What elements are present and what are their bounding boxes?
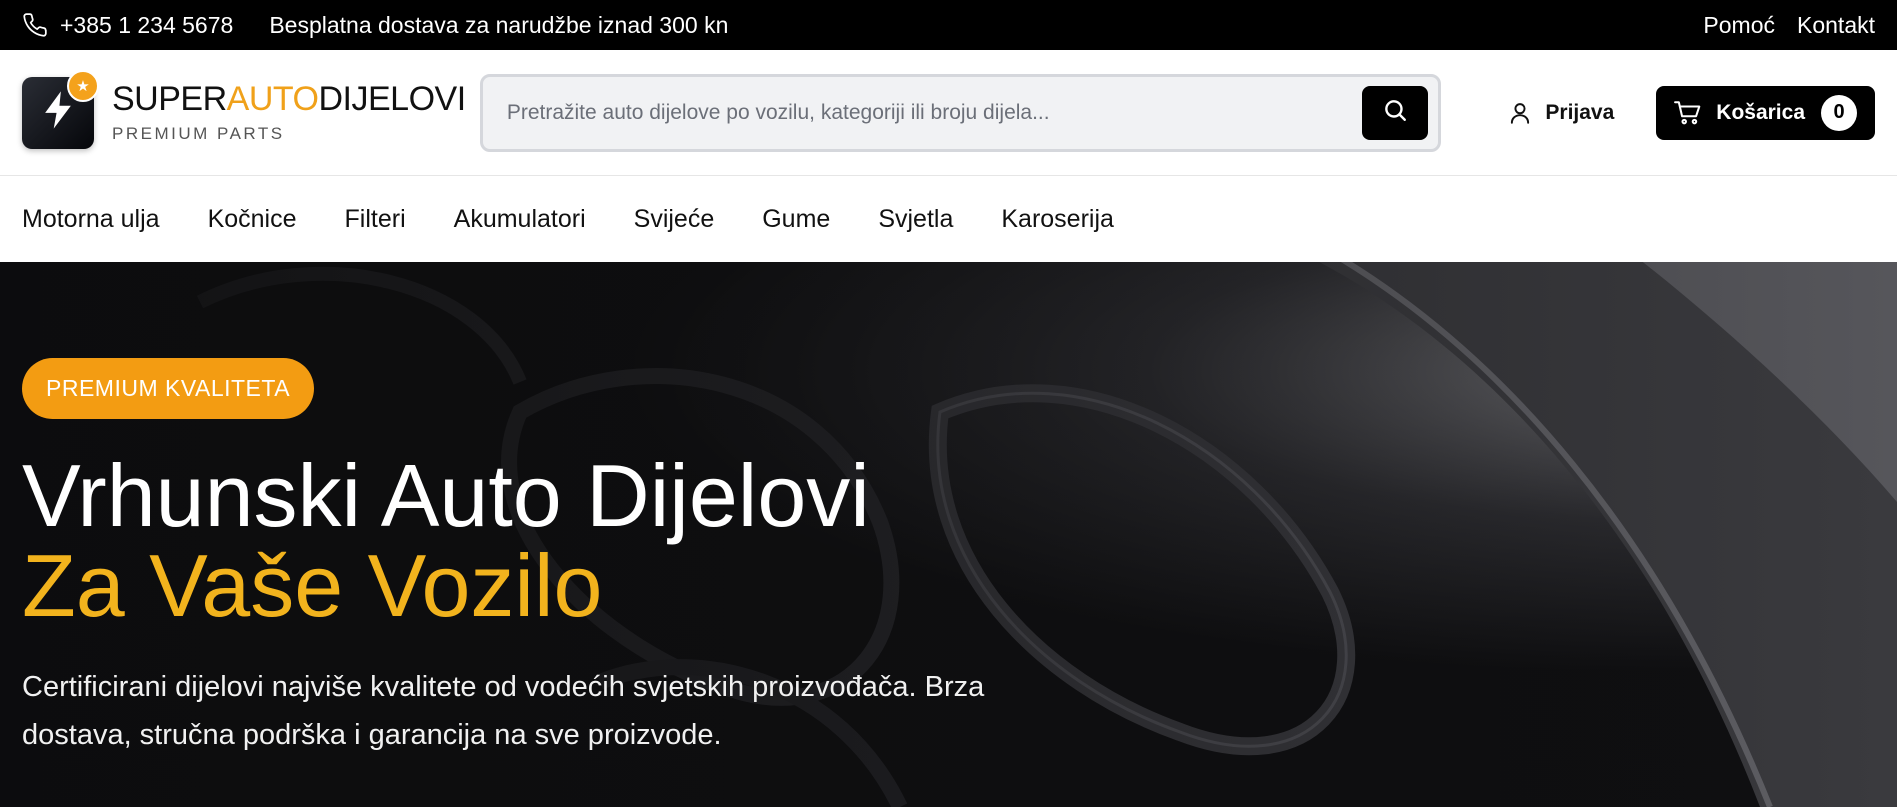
nav-item-filters[interactable]: Filteri [345,205,406,234]
nav-item-motor-oils[interactable]: Motorna ulja [22,205,160,234]
nav-item-batteries[interactable]: Akumulatori [454,205,586,234]
top-bar: +385 1 234 5678 Besplatna dostava za nar… [0,0,1897,50]
free-shipping-notice: Besplatna dostava za narudžbe iznad 300 … [269,11,729,38]
hero-banner: PREMIUM KVALITETA Vrhunski Auto Dijelovi… [0,262,1897,807]
phone-number[interactable]: +385 1 234 5678 [60,12,233,39]
phone-icon [22,12,48,38]
nav-item-spark-plugs[interactable]: Svijeće [634,205,715,234]
hero-description: Certificirani dijelovi najviše kvalitete… [22,671,985,751]
hero-content: PREMIUM KVALITETA Vrhunski Auto Dijelovi… [0,262,1897,759]
star-icon: ★ [67,69,99,102]
top-bar-links: Pomoć Kontakt [1703,12,1875,39]
nav-item-brakes[interactable]: Kočnice [208,205,297,234]
login-button[interactable]: Prijava [1507,100,1614,126]
search-icon [1382,97,1408,128]
help-link[interactable]: Pomoć [1703,12,1775,39]
logo-mark: ★ [22,69,99,149]
search-bar [479,73,1442,152]
hero-title: Vrhunski Auto Dijelovi Za Vaše Vozilo [22,451,1875,631]
hero-title-line1: Vrhunski Auto Dijelovi [22,446,870,545]
cart-button[interactable]: Košarica 0 [1656,85,1875,140]
login-label: Prijava [1545,100,1615,124]
hero-title-line2: Za Vaše Vozilo [22,536,603,635]
cart-label: Košarica [1716,100,1805,124]
nav-item-lights[interactable]: Svjetla [878,205,953,234]
logo[interactable]: ★ SUPERAUTODIJELOVI PREMIUM PARTS [22,69,480,149]
nav-item-body[interactable]: Karoserija [1001,205,1114,234]
cart-count-badge: 0 [1821,94,1857,131]
logo-text: SUPERAUTODIJELOVI PREMIUM PARTS [112,82,466,144]
logo-subtitle: PREMIUM PARTS [112,123,285,143]
top-bar-left: +385 1 234 5678 Besplatna dostava za nar… [22,12,728,39]
user-icon [1507,100,1533,126]
contact-link[interactable]: Kontakt [1797,12,1875,39]
search-input[interactable] [506,100,1363,125]
site-header: ★ SUPERAUTODIJELOVI PREMIUM PARTS Prijav… [0,50,1897,176]
search-button[interactable] [1362,85,1429,140]
nav-item-tires[interactable]: Gume [762,205,830,234]
logo-name: SUPERAUTODIJELOVI [112,79,466,118]
premium-badge: PREMIUM KVALITETA [22,358,315,419]
category-nav: Motorna ulja Kočnice Filteri Akumulatori… [0,176,1897,262]
cart-icon [1674,100,1702,126]
